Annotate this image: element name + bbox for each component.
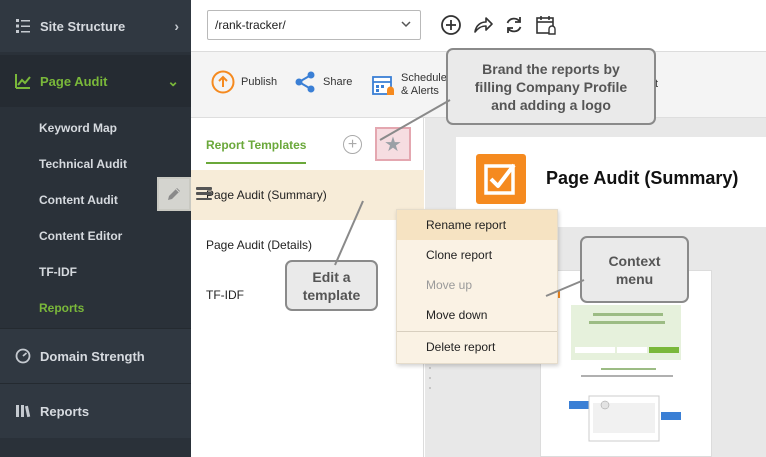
scheduled-calendar-icon[interactable] xyxy=(534,13,558,37)
menu-item-delete-report[interactable]: Delete report xyxy=(397,332,557,362)
sidebar-item-reports[interactable]: Reports xyxy=(39,301,84,315)
callout-context-menu: Context menu xyxy=(545,236,689,303)
callout-text: template xyxy=(302,286,361,303)
callout-text: menu xyxy=(615,270,654,287)
site-structure-icon xyxy=(14,17,32,35)
callout-pointer xyxy=(379,99,451,141)
publish-button[interactable]: Publish xyxy=(211,70,277,94)
callout-pointer xyxy=(334,200,364,266)
sidebar-reports[interactable]: Reports xyxy=(0,383,191,438)
publish-label: Publish xyxy=(241,76,278,88)
add-template-icon[interactable]: + xyxy=(343,135,362,154)
sidebar-item-tf-idf[interactable]: TF-IDF xyxy=(39,265,77,279)
callout-text: Context xyxy=(608,252,661,269)
menu-item-move-down[interactable]: Move down xyxy=(397,300,557,330)
publish-icon xyxy=(211,70,235,94)
pencil-icon[interactable] xyxy=(157,177,191,211)
callout-edit-template: Edit a template xyxy=(285,200,378,311)
schedule-calendar-icon xyxy=(371,73,395,97)
sidebar-item-content-audit[interactable]: Content Audit xyxy=(39,193,118,207)
callout-brand-reports: Brand the reports by filling Company Pro… xyxy=(379,48,656,141)
sidebar-item-technical-audit[interactable]: Technical Audit xyxy=(39,157,127,171)
template-item-page-audit-summary[interactable]: Page Audit (Summary) xyxy=(191,170,424,220)
project-url-select[interactable]: /rank-tracker/ xyxy=(207,10,421,40)
context-menu: Rename report Clone report Move up Move … xyxy=(396,209,558,364)
callout-text: Edit a xyxy=(312,268,351,285)
callout-text: and adding a logo xyxy=(491,96,611,113)
sidebar-domain-strength-label: Domain Strength xyxy=(40,348,145,364)
gauge-icon xyxy=(14,347,32,365)
sidebar-item-content-editor[interactable]: Content Editor xyxy=(39,229,122,243)
sidebar-site-structure-label: Site Structure xyxy=(40,18,126,34)
menu-item-move-up: Move up xyxy=(426,278,473,292)
chevron-right-icon: › xyxy=(174,18,179,34)
callout-text: Brand the reports by xyxy=(482,60,620,77)
schedule-label-line1: Schedule xyxy=(401,72,447,84)
top-bar: /rank-tracker/ xyxy=(191,0,766,52)
share-arrow-icon[interactable] xyxy=(471,13,495,37)
callout-text: filling Company Profile xyxy=(474,78,628,95)
sidebar-item-keyword-map[interactable]: Keyword Map xyxy=(39,121,117,135)
sidebar: Site Structure › Page Audit ⌄ Keyword Ma… xyxy=(0,0,191,457)
chevron-down-icon xyxy=(400,17,412,34)
hamburger-menu-icon[interactable] xyxy=(196,187,212,200)
resize-dots xyxy=(429,367,431,389)
chevron-down-icon: ⌄ xyxy=(167,72,179,89)
reports-icon xyxy=(14,402,32,420)
sidebar-domain-strength[interactable]: Domain Strength xyxy=(0,328,191,383)
template-item-label: Page Audit (Details) xyxy=(206,238,313,252)
page-audit-icon xyxy=(14,72,32,90)
project-url-value: /rank-tracker/ xyxy=(215,18,286,32)
template-item-label: TF-IDF xyxy=(206,288,244,302)
template-item-label: Page Audit (Summary) xyxy=(206,188,327,202)
schedule-alerts-label: Schedule & Alerts xyxy=(401,72,447,98)
sidebar-reports-label: Reports xyxy=(40,403,90,419)
report-page-title: Page Audit (Summary) xyxy=(546,168,739,188)
share-label: Share xyxy=(323,76,353,88)
sidebar-page-audit[interactable]: Page Audit ⌄ xyxy=(0,55,191,107)
menu-item-rename-report[interactable]: Rename report xyxy=(397,210,557,240)
share-nodes-icon xyxy=(293,70,317,94)
callout-pointer xyxy=(545,279,585,297)
tab-report-templates[interactable]: Report Templates xyxy=(206,138,307,164)
add-project-icon[interactable] xyxy=(439,13,463,37)
menu-item-clone-report[interactable]: Clone report xyxy=(397,240,557,270)
sidebar-page-audit-label: Page Audit xyxy=(40,73,108,89)
schedule-label-line2: & Alerts xyxy=(401,85,439,97)
sidebar-site-structure[interactable]: Site Structure › xyxy=(0,0,191,52)
share-button[interactable]: Share xyxy=(293,70,352,94)
schedule-alerts-button[interactable]: Schedule & Alerts xyxy=(371,72,447,98)
refresh-icon[interactable] xyxy=(502,13,526,37)
company-logo-icon xyxy=(476,154,526,204)
